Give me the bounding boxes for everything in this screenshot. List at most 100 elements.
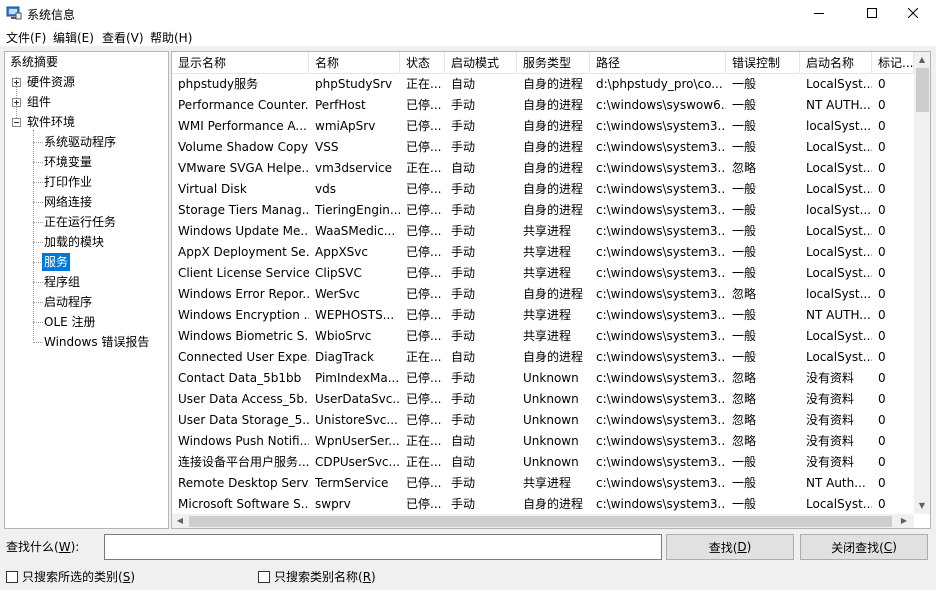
column-header-tag[interactable]: 标记... [872, 52, 914, 74]
start-mode-cell: 自动 [451, 434, 476, 448]
start-mode-cell: 自动 [451, 350, 476, 364]
scroll-up-icon[interactable]: ▲ [914, 52, 930, 68]
table-row[interactable]: Client License Service... ClipSVC 已停... 手动 共… [172, 263, 914, 284]
checkbox-box[interactable] [258, 571, 270, 583]
tree-item-network[interactable]: 网络连接 [44, 193, 92, 211]
display-name-cell: AppX Deployment Se... [178, 245, 309, 259]
horizontal-scrollbar[interactable]: ◀ ▶ [172, 513, 914, 528]
scroll-left-icon[interactable]: ◀ [172, 513, 188, 528]
expand-icon[interactable] [12, 98, 21, 107]
tag-cell: 0 [878, 287, 886, 301]
display-name-cell: Volume Shadow Copy [178, 140, 309, 154]
column-header-service-type[interactable]: 服务类型 [517, 52, 590, 74]
collapse-icon[interactable] [12, 118, 21, 127]
table-row[interactable]: Windows Encryption ... WEPHOSTS... 已停... 手动… [172, 305, 914, 326]
column-header-name[interactable]: 名称 [309, 52, 400, 74]
close-find-key: C [883, 540, 893, 554]
menu-file[interactable]: 文件(F) [6, 29, 46, 46]
table-row[interactable]: Remote Desktop Serv... TermService 已停... 手动… [172, 473, 914, 494]
display-name-cell: Connected User Expe... [178, 350, 309, 364]
tree-item-drivers[interactable]: 系统驱动程序 [44, 133, 116, 151]
path-cell: c:\windows\system3... [596, 308, 726, 322]
table-row[interactable]: Virtual Disk vds 已停... 手动 自身的进程 c:\windows\sy… [172, 179, 914, 200]
column-header-start-mode[interactable]: 启动模式 [445, 52, 517, 74]
tag-cell: 0 [878, 245, 886, 259]
scroll-down-icon[interactable]: ▼ [914, 498, 930, 514]
service-type-cell: Unknown [523, 371, 579, 385]
table-row[interactable]: Volume Shadow Copy VSS 已停... 手动 自身的进程 c:\wind… [172, 137, 914, 158]
tree-guide-line [33, 142, 43, 143]
table-row[interactable]: WMI Performance A... wmiApSrv 已停... 手动 自身的进程… [172, 116, 914, 137]
tree-item-print-jobs[interactable]: 打印作业 [44, 173, 92, 191]
service-name-cell: WEPHOSTS... [315, 308, 395, 322]
search-selected-category-checkbox[interactable]: 只搜索所选的类别(S) [6, 570, 135, 584]
maximize-button[interactable] [849, 0, 895, 26]
column-header-start-name[interactable]: 启动名称 [800, 52, 872, 74]
path-cell: c:\windows\system3... [596, 161, 726, 175]
column-header-state[interactable]: 状态 [400, 52, 445, 74]
vertical-scroll-thumb[interactable] [916, 68, 929, 112]
tree-item-loaded-modules[interactable]: 加载的模块 [44, 233, 104, 251]
table-row[interactable]: VMware SVGA Helpe... vm3dservice 正在... 自动 自身… [172, 158, 914, 179]
tree-item-hardware[interactable]: 硬件资源 [27, 73, 75, 91]
table-row[interactable]: AppX Deployment Se... AppXSvc 已停... 手动 共享进程 c… [172, 242, 914, 263]
table-row[interactable]: Storage Tiers Manag... TieringEngin... 已停.… [172, 200, 914, 221]
checkbox-box[interactable] [6, 571, 18, 583]
table-row[interactable]: Windows Push Notifi... WpnUserSer... 正在...… [172, 431, 914, 452]
close-button[interactable] [890, 0, 936, 26]
path-cell: c:\windows\system3... [596, 350, 726, 364]
table-row[interactable]: Windows Error Repor... WerSvc 已停... 手动 自身的进程… [172, 284, 914, 305]
menu-edit[interactable]: 编辑(E) [53, 29, 94, 46]
tree-item-program-groups[interactable]: 程序组 [44, 273, 80, 291]
tree-guide-line [33, 322, 43, 323]
state-cell: 已停... [406, 308, 442, 322]
find-label-text: 查找什么( [6, 540, 59, 554]
table-row[interactable]: Microsoft Software S... swprv 已停... 手动 自身的进程… [172, 494, 914, 514]
tree-item-software[interactable]: 软件环境 [27, 113, 75, 131]
tree-item-startup[interactable]: 启动程序 [44, 293, 92, 311]
table-row[interactable]: Connected User Expe... DiagTrack 正在... 自动 自身… [172, 347, 914, 368]
tree-item-env-vars[interactable]: 环境变量 [44, 153, 92, 171]
tree-item-components[interactable]: 组件 [27, 93, 51, 111]
find-button-end: ) [746, 540, 752, 554]
find-button[interactable]: 查找(D) [666, 534, 794, 560]
search-category-names-checkbox[interactable]: 只搜索类别名称(R) [258, 570, 376, 584]
horizontal-scroll-thumb[interactable] [189, 516, 892, 527]
find-input[interactable] [104, 534, 662, 560]
services-table[interactable]: 显示名称 名称 状态 启动模式 服务类型 路径 错误控制 启动名称 标记... phpstudy… [171, 51, 931, 529]
table-row[interactable]: User Data Access_5b... UserDataSvc... 已停..… [172, 389, 914, 410]
tree-item-services[interactable]: 服务 [42, 253, 71, 271]
table-row[interactable]: Windows Biometric S... WbioSrvc 已停... 手动 共享进… [172, 326, 914, 347]
expand-icon[interactable] [12, 78, 21, 87]
checkbox-label-end: ) [130, 570, 135, 584]
vertical-scrollbar[interactable]: ▲ ▼ [914, 52, 930, 514]
start-name-cell: LocalSyst... [806, 182, 872, 196]
menu-view[interactable]: 查看(V) [102, 29, 144, 46]
service-type-cell: Unknown [523, 413, 579, 427]
minimize-button[interactable] [796, 0, 842, 26]
column-header-display-name[interactable]: 显示名称 [172, 52, 309, 74]
table-row[interactable]: Windows Update Me... WaaSMedic... 已停... 手动 共… [172, 221, 914, 242]
tag-cell: 0 [878, 98, 886, 112]
close-find-button[interactable]: 关闭查找(C) [800, 534, 928, 560]
tree-item-running-tasks[interactable]: 正在运行任务 [44, 213, 116, 231]
table-row[interactable]: User Data Storage_5... UnistoreSvc... 已停..… [172, 410, 914, 431]
display-name-cell: Windows Encryption ... [178, 308, 309, 322]
table-row[interactable]: Performance Counter... PerfHost 已停... 手动 自身的… [172, 95, 914, 116]
menu-help[interactable]: 帮助(H) [150, 29, 192, 46]
tree-item-summary[interactable]: 系统摘要 [10, 53, 58, 71]
tree-item-ole[interactable]: OLE 注册 [44, 313, 96, 331]
display-name-cell: Windows Error Repor... [178, 287, 309, 301]
category-tree[interactable]: 系统摘要 硬件资源 组件 软件环境 系统驱动程序 环境变量 打印作业 网络连接 … [4, 51, 169, 529]
tree-item-error-reports[interactable]: Windows 错误报告 [44, 333, 149, 351]
table-row[interactable]: 连接设备平台用户服务... CDPUserSvc... 正在... 自动 Unknown… [172, 452, 914, 473]
table-row[interactable]: Contact Data_5b1bb PimIndexMa... 已停... 手动 Un… [172, 368, 914, 389]
column-header-error-control[interactable]: 错误控制 [726, 52, 800, 74]
start-mode-cell: 手动 [451, 182, 476, 196]
table-row[interactable]: phpstudy服务 phpStudySrv 正在... 自动 自身的进程 d:\phps… [172, 74, 914, 95]
service-name-cell: vds [315, 182, 336, 196]
column-header-path[interactable]: 路径 [590, 52, 726, 74]
service-type-cell: 自身的进程 [523, 161, 584, 175]
tree-guide-line [33, 182, 43, 183]
scroll-right-icon[interactable]: ▶ [896, 513, 912, 528]
